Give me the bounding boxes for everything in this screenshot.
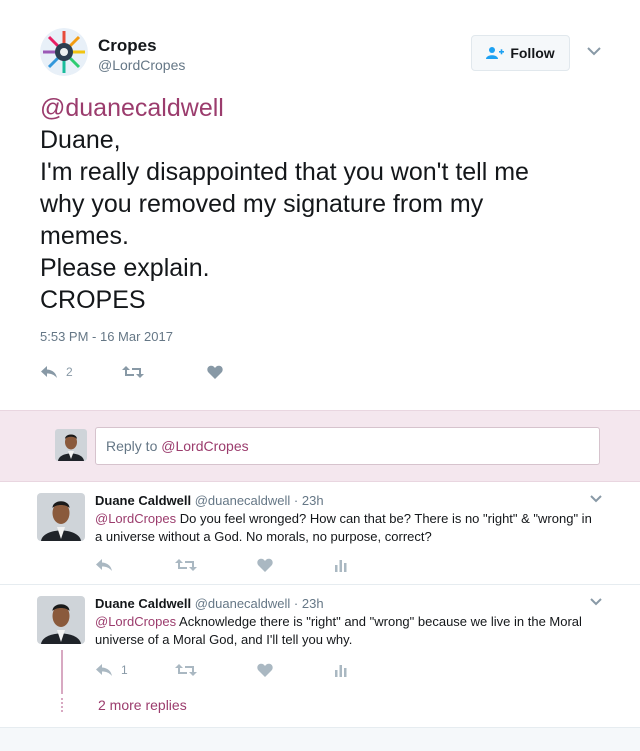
tweet-actions: 2 xyxy=(40,362,223,382)
heart-icon xyxy=(257,558,273,572)
reply-bar: Reply to @LordCropes xyxy=(0,410,640,482)
retweet-action[interactable] xyxy=(175,663,257,677)
tweet-line: memes. xyxy=(40,222,129,250)
retweet-icon xyxy=(175,559,197,571)
retweet-icon xyxy=(122,366,144,378)
tweet-timestamp[interactable]: 5:53 PM - 16 Mar 2017 xyxy=(40,329,173,344)
analytics-action[interactable] xyxy=(334,663,348,677)
reply-header: Duane Caldwell @duanecaldwell · 23h xyxy=(95,493,324,508)
reply-author-handle[interactable]: @duanecaldwell xyxy=(195,493,291,508)
more-replies-link[interactable]: 2 more replies xyxy=(98,697,187,713)
like-action[interactable] xyxy=(257,663,334,677)
analytics-action[interactable] xyxy=(334,558,348,572)
tweet-line: I'm really disappointed that you won't t… xyxy=(40,158,529,186)
reply-count: 2 xyxy=(66,365,73,379)
reply-icon xyxy=(96,664,112,676)
reply-time[interactable]: · 23h xyxy=(294,596,324,611)
reply-icon xyxy=(41,366,57,378)
thread-line xyxy=(61,650,63,694)
reply-count: 1 xyxy=(121,663,128,677)
bottom-strip xyxy=(0,728,640,751)
reply-header: Duane Caldwell @duanecaldwell · 23h xyxy=(95,596,324,611)
like-action[interactable] xyxy=(257,558,334,572)
author-name[interactable]: Cropes xyxy=(98,36,157,56)
chevron-down-icon[interactable] xyxy=(588,596,604,608)
add-user-icon xyxy=(486,47,505,59)
like-action[interactable] xyxy=(207,365,223,379)
reply-author-avatar[interactable] xyxy=(37,596,85,644)
reply-author-avatar[interactable] xyxy=(37,493,85,541)
reply-prefix: Reply to xyxy=(106,438,162,454)
heart-icon xyxy=(207,365,223,379)
author-handle[interactable]: @LordCropes xyxy=(98,57,185,73)
retweet-action[interactable] xyxy=(122,365,207,379)
reply-author-name[interactable]: Duane Caldwell xyxy=(95,493,191,508)
chevron-down-icon[interactable] xyxy=(585,44,603,58)
reply-mention[interactable]: @LordCropes xyxy=(95,614,176,629)
tweet-text: @duanecaldwell Duane, I'm really disappo… xyxy=(40,92,620,316)
tweet-line: CROPES xyxy=(40,286,146,314)
reply-icon xyxy=(96,559,112,571)
tweet-line: why you removed my signature from my xyxy=(40,190,484,218)
follow-label: Follow xyxy=(510,45,555,61)
chevron-down-icon[interactable] xyxy=(588,493,604,505)
tweet-line: Please explain. xyxy=(40,254,210,282)
reply-action[interactable] xyxy=(95,558,175,572)
reply-author-name[interactable]: Duane Caldwell xyxy=(95,596,191,611)
heart-icon xyxy=(257,663,273,677)
reply-mention: @LordCropes xyxy=(161,438,249,454)
user-avatar xyxy=(55,429,87,461)
author-avatar[interactable] xyxy=(40,28,88,76)
analytics-icon xyxy=(335,665,347,677)
reply-tweet[interactable]: Duane Caldwell @duanecaldwell · 23h @Lor… xyxy=(0,586,640,728)
analytics-icon xyxy=(335,560,347,572)
reply-time[interactable]: · 23h xyxy=(294,493,324,508)
reply-actions: 1 xyxy=(95,661,348,679)
reply-text: @LordCropes Do you feel wronged? How can… xyxy=(95,510,595,546)
reply-action[interactable]: 1 xyxy=(95,663,175,677)
thread-dots xyxy=(61,698,63,712)
retweet-icon xyxy=(175,664,197,676)
reply-mention[interactable]: @LordCropes xyxy=(95,511,176,526)
tweet-line: Duane, xyxy=(40,126,121,154)
retweet-action[interactable] xyxy=(175,558,257,572)
main-tweet: Cropes @LordCropes Follow @duanecaldwell… xyxy=(0,0,640,410)
tweet-mention[interactable]: @duanecaldwell xyxy=(40,92,620,124)
reply-text: @LordCropes Acknowledge there is "right"… xyxy=(95,613,595,649)
follow-button[interactable]: Follow xyxy=(471,35,570,71)
reply-action[interactable]: 2 xyxy=(40,365,122,379)
reply-tweet[interactable]: Duane Caldwell @duanecaldwell · 23h @Lor… xyxy=(0,483,640,585)
reply-input[interactable]: Reply to @LordCropes xyxy=(95,427,600,465)
reply-actions xyxy=(95,556,348,574)
reply-author-handle[interactable]: @duanecaldwell xyxy=(195,596,291,611)
